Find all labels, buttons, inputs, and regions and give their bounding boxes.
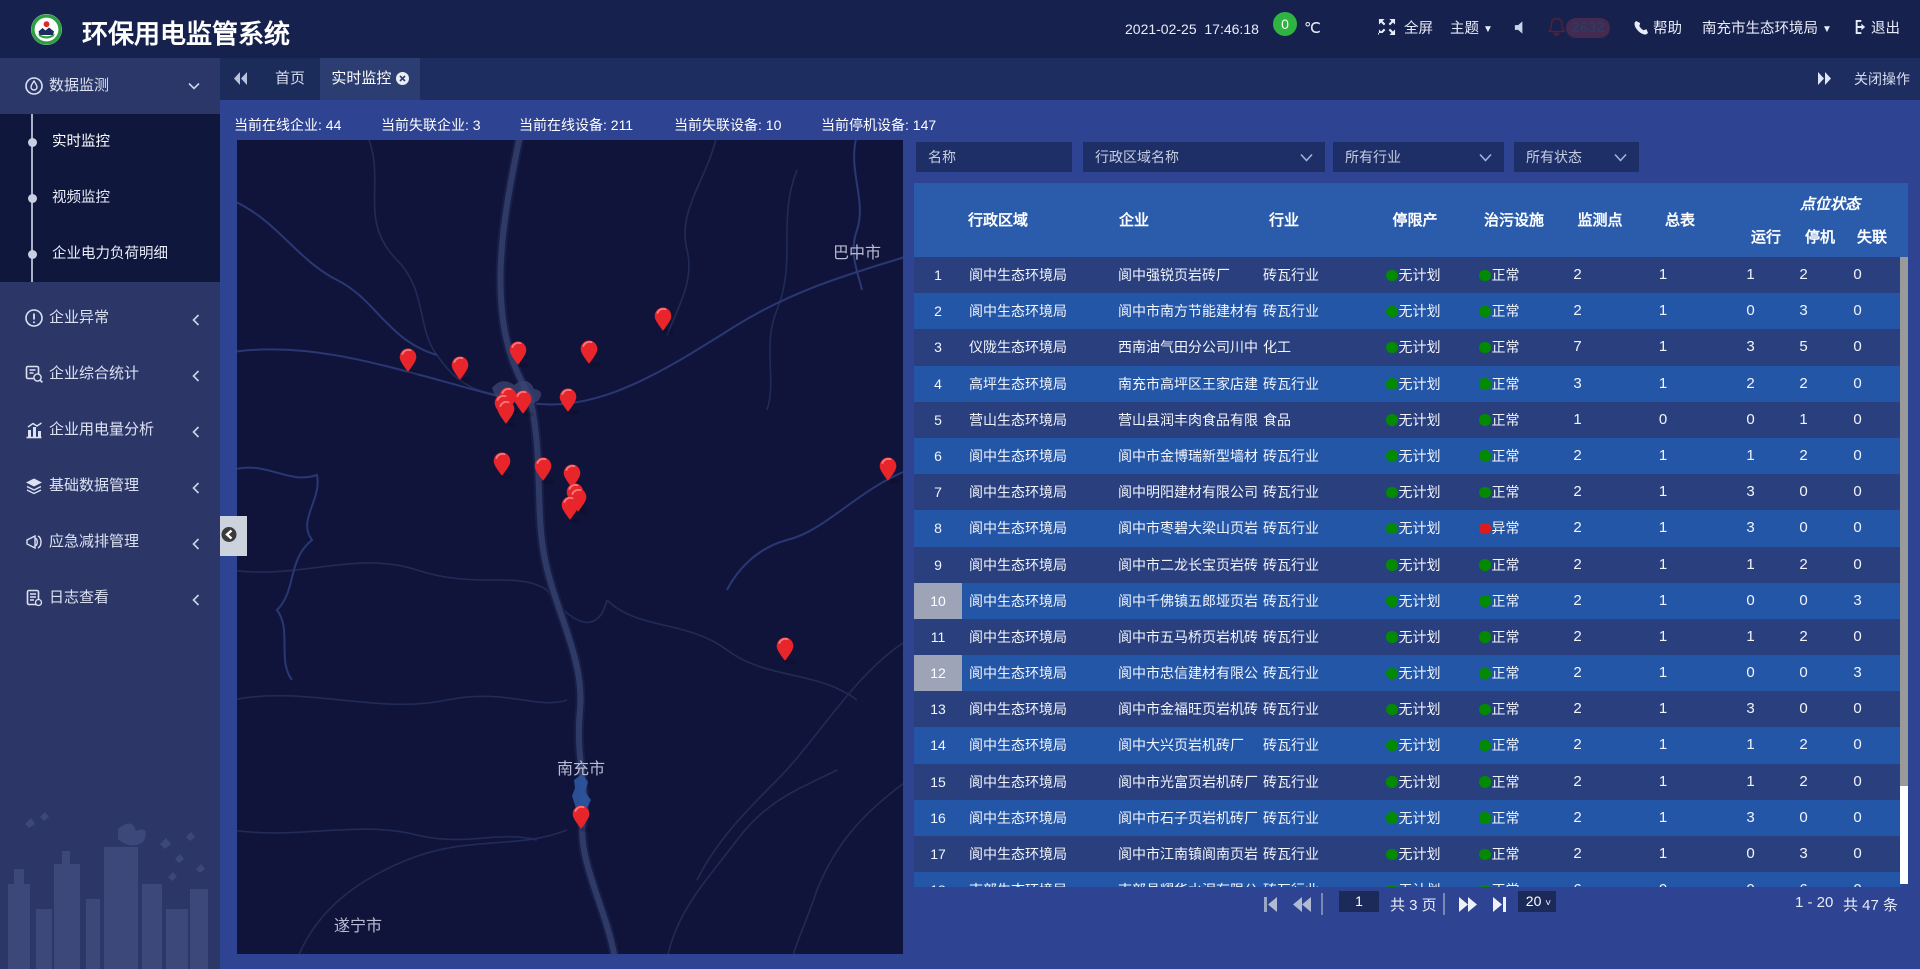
svg-text:巴中市: 巴中市 — [833, 244, 881, 262]
svg-text:南充市: 南充市 — [557, 760, 605, 778]
svg-text:遂宁市: 遂宁市 — [334, 917, 382, 935]
